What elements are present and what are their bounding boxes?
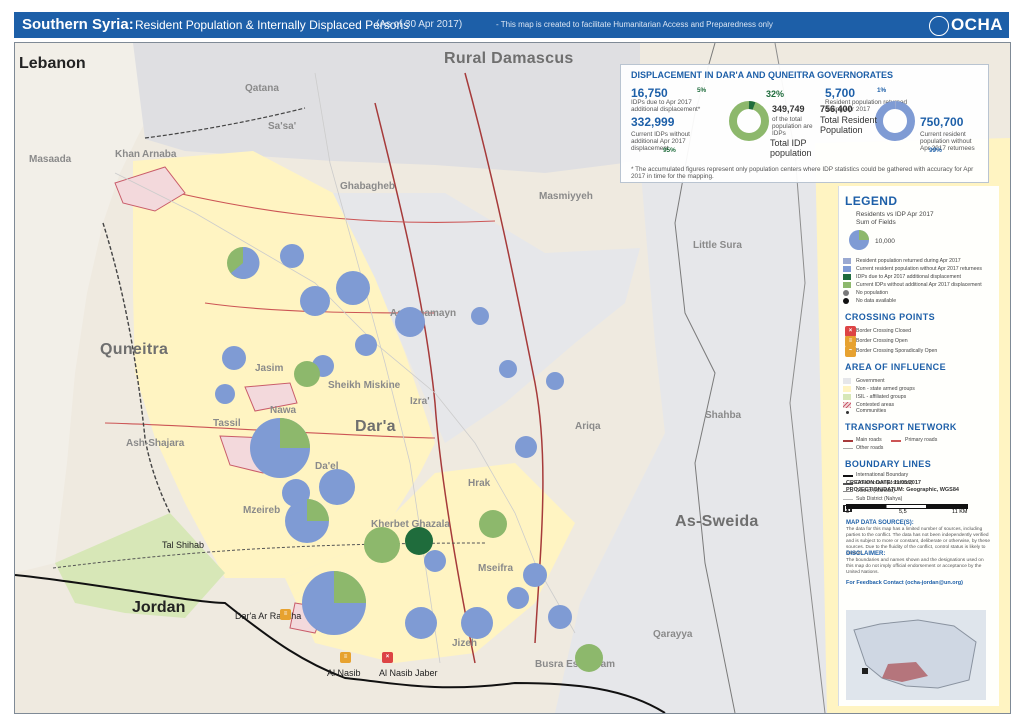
legend-crossing-closed: Border Crossing Closed — [856, 328, 912, 334]
disclaimer-title: DISCLAIMER: — [846, 551, 886, 557]
legend-swatch-isil — [843, 394, 851, 400]
idp-new-label: IDPs due to Apr 2017 additional displace… — [631, 99, 701, 113]
title-subtitle: - This map is created to facilitate Huma… — [496, 20, 773, 29]
title-bold: Southern Syria: — [22, 16, 134, 33]
legend-swatch-contested — [843, 402, 851, 408]
legend-swatch-community — [846, 411, 849, 414]
crossing-sporadic-icon: ~ — [845, 346, 856, 357]
displacement-title: DISPLACEMENT IN DAR'A AND QUNEITRA GOVER… — [631, 70, 893, 80]
legend-other-road: Other roads — [856, 445, 884, 451]
resident-total-label-2: Population — [820, 125, 863, 135]
feedback-contact: For Feedback Contact (ocha-jordan@un.org… — [846, 580, 963, 586]
legend-swatch-no-population — [843, 290, 849, 296]
displacement-summary-panel: DISPLACEMENT IN DAR'A AND QUNEITRA GOVER… — [620, 64, 989, 183]
idp-current-value: 332,999 — [631, 115, 675, 129]
legend-swatch-resident-return — [843, 258, 851, 264]
legend-crossing-title: CROSSING POINTS — [845, 312, 936, 322]
legend-main-road: Main roads — [856, 437, 882, 443]
legend-no-population: No population — [856, 290, 889, 296]
brand-name: OCHA — [950, 15, 1003, 34]
disclaimer-text: The boundaries and names shown and the d… — [846, 558, 984, 575]
projection-datum: PROJECTION/DATUM: Geographic, WGS84 — [846, 487, 959, 493]
scale-5-5: 5,5 — [899, 509, 907, 515]
creation-date: CREATION DATE: 11/05/2017 — [846, 480, 921, 486]
legend-swatch-government — [843, 378, 851, 384]
legend-intl-boundary: International Boundary — [856, 472, 909, 478]
legend-aoi-title: AREA OF INFLUENCE — [845, 362, 946, 372]
legend-idp-new: IDPs due to Apr 2017 additional displace… — [856, 274, 961, 280]
idp-new-value: 16,750 — [631, 86, 668, 100]
resident-total-label-1: Total Resident — [820, 115, 878, 125]
legend-transport-title: TRANSPORT NETWORK — [845, 422, 957, 432]
legend-resident-current: Current resident population without Apr … — [856, 266, 983, 272]
legend-other-road-line — [843, 448, 853, 449]
ocha-logo-icon — [929, 16, 949, 36]
idp-total-pct: 32% — [766, 89, 785, 99]
legend-boundary-title: BOUNDARY LINES — [845, 459, 932, 469]
legend-swatch-resident-current — [843, 266, 851, 272]
idp-total-value: 349,749 — [772, 104, 805, 114]
scale-0: 0 — [846, 509, 850, 515]
legend-main-road-line — [843, 440, 853, 442]
resident-return-pct: 1% — [877, 87, 887, 94]
resident-current-value: 750,700 — [920, 115, 964, 129]
legend-subdistrict-boundary: Sub District (Nahya) — [856, 496, 903, 502]
resident-donut-chart — [875, 100, 915, 141]
idp-current-pct: 95% — [663, 147, 676, 154]
legend-scale-value: 10,000 — [875, 238, 895, 245]
legend-intl-boundary-line — [843, 475, 853, 477]
legend-swatch-nsag — [843, 386, 851, 392]
legend-subdistrict-boundary-line — [843, 499, 853, 500]
legend-title: LEGEND — [845, 194, 898, 208]
legend-community: Communities — [856, 408, 887, 414]
displacement-footnote: * The accumulated figures represent only… — [631, 166, 974, 180]
legend-scale-bubble — [849, 230, 869, 250]
legend-isil: ISIL - affiliated groups — [856, 394, 907, 400]
overview-map — [846, 610, 986, 700]
scale-bar — [846, 504, 968, 509]
legend-nsag: Non - state armed groups — [856, 386, 915, 392]
legend-no-data: No data available — [856, 298, 897, 304]
legend-subtitle-2: Sum of Fields — [856, 219, 896, 226]
idp-donut-chart — [729, 101, 769, 141]
idp-new-pct: 5% — [697, 87, 707, 94]
legend-primary-road: Primary roads — [905, 437, 938, 443]
resident-return-value: 5,700 — [825, 86, 856, 100]
legend-resident-return: Resident population returned during Apr … — [856, 258, 961, 264]
center-label-1: Total IDP — [770, 138, 807, 148]
legend-swatch-no-data — [843, 298, 849, 304]
legend-swatch-idp-new — [843, 274, 851, 280]
legend-idp-current: Current IDPs without additional Apr 2017… — [856, 282, 982, 288]
title-rest: Resident Population & Internally Displac… — [135, 18, 410, 32]
legend-primary-road-line — [891, 440, 901, 442]
title-bar: Southern Syria: Resident Population & In… — [14, 12, 1009, 38]
legend-government: Government — [856, 378, 885, 384]
resident-current-pct: 99% — [929, 147, 942, 154]
legend-swatch-idp-current — [843, 282, 851, 288]
legend-subtitle-1: Residents vs IDP Apr 2017 — [856, 211, 934, 218]
overview-map-svg — [846, 610, 986, 700]
idp-total-label: of the total population are IDPs — [772, 116, 813, 137]
data-sources-title: MAP DATA SOURCE(S): — [846, 520, 914, 526]
legend-crossing-sporadic: Border Crossing Sporadically Open — [856, 348, 938, 354]
legend-crossing-open: Border Crossing Open — [856, 338, 908, 344]
resident-total-value: 756,400 — [820, 104, 853, 114]
center-label-2: population — [770, 148, 812, 158]
title-date: (As of 30 Apr 2017) — [376, 19, 463, 30]
scale-11km: 11 KM — [952, 509, 968, 515]
